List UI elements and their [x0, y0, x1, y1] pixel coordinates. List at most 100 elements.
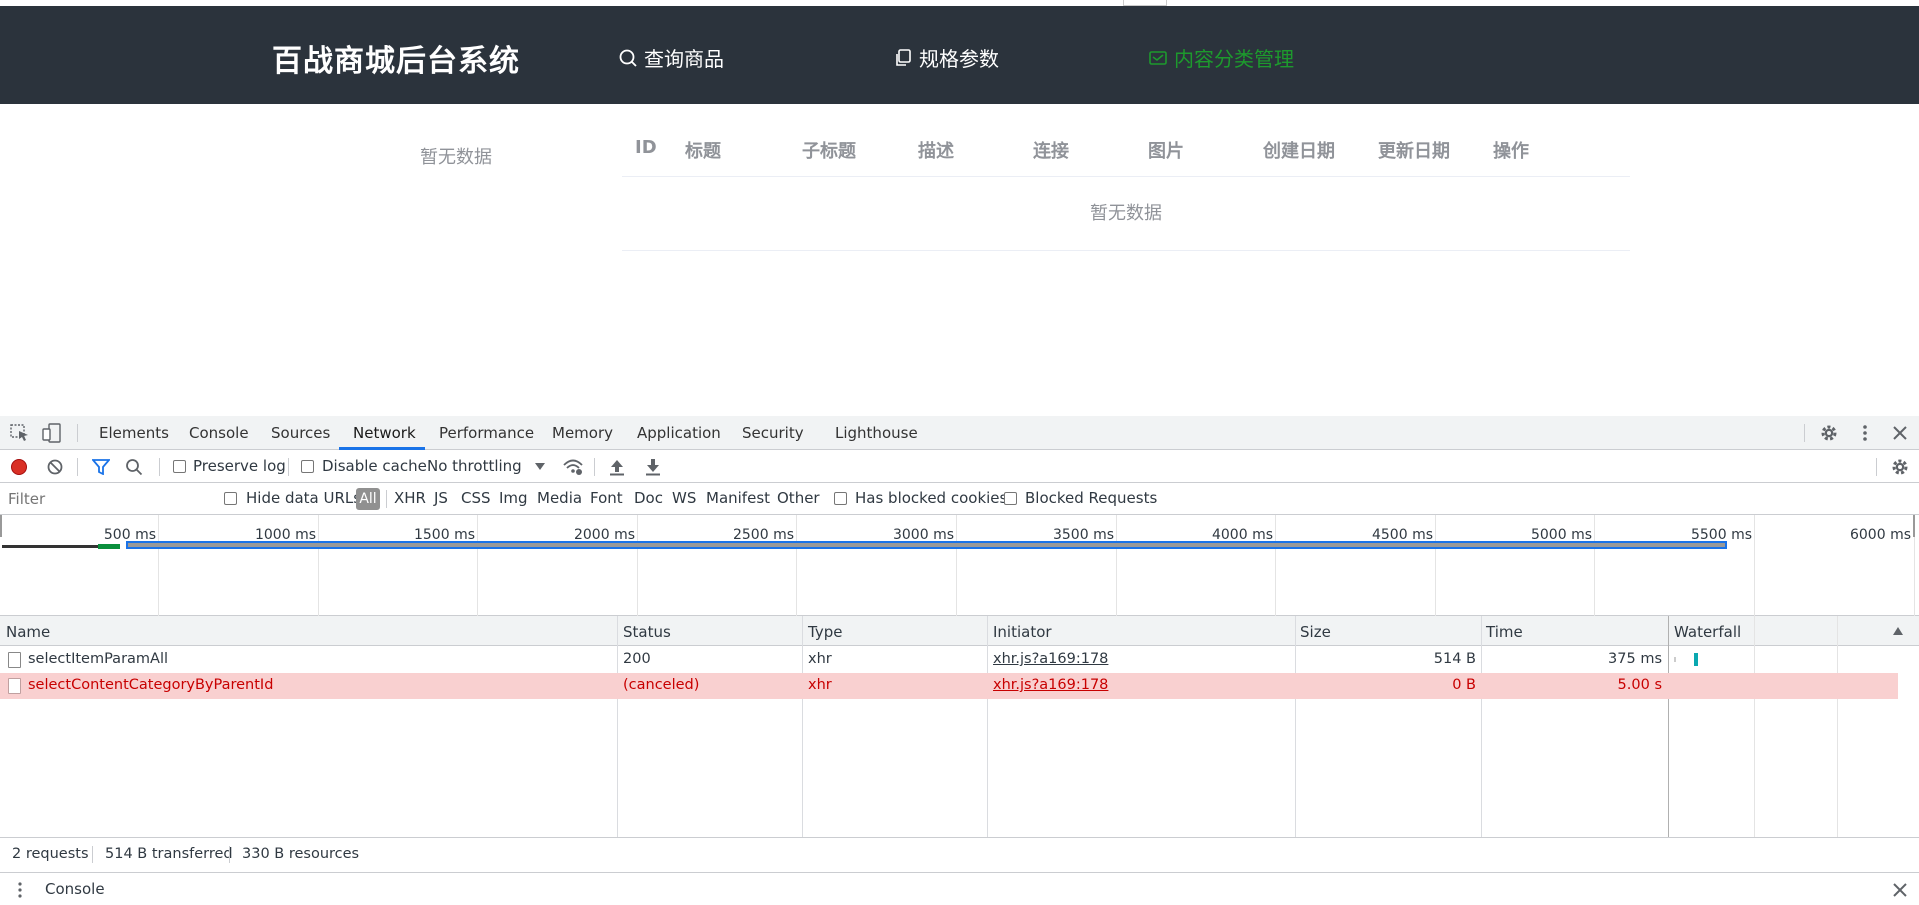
col-header-subtitle: 子标题: [802, 141, 856, 162]
export-har-icon[interactable]: [645, 458, 661, 476]
overview-handle-right[interactable]: [1913, 515, 1915, 537]
request-type: xhr: [808, 677, 832, 693]
type-filter-img[interactable]: Img: [499, 489, 528, 507]
network-conditions-icon[interactable]: [562, 457, 584, 477]
network-toolbar: Preserve log Disable cache No throttling: [0, 450, 1919, 483]
has-blocked-cookies-checkbox[interactable]: [834, 492, 847, 505]
separator: [77, 424, 78, 442]
overview-gridline: [1754, 515, 1755, 616]
col-header-desc: 描述: [918, 141, 954, 162]
type-filter-all[interactable]: All: [356, 488, 380, 510]
tab-lighthouse[interactable]: Lighthouse: [835, 424, 918, 442]
disable-cache-label: Disable cache: [322, 457, 427, 475]
blocked-requests-checkbox[interactable]: [1004, 492, 1017, 505]
request-size: 0 B: [1452, 677, 1476, 693]
record-icon[interactable]: [10, 458, 28, 476]
overview-gridline: [1116, 515, 1117, 616]
preserve-log-label: Preserve log: [193, 457, 286, 475]
close-icon[interactable]: [1891, 424, 1909, 442]
drawer-tab-console[interactable]: Console: [45, 880, 105, 898]
nav-item-query-goods[interactable]: 查询商品: [618, 43, 724, 72]
nav-item-label: 查询商品: [644, 47, 724, 71]
tab-network[interactable]: Network: [353, 424, 416, 442]
device-toolbar-icon[interactable]: [42, 423, 62, 443]
overview-gridline: [1275, 515, 1276, 616]
tab-elements[interactable]: Elements: [99, 424, 169, 442]
col-header-waterfall[interactable]: Waterfall: [1674, 623, 1741, 641]
overview-handle-left[interactable]: [0, 515, 2, 537]
separator: [229, 846, 230, 863]
col-header-initiator[interactable]: Initiator: [993, 623, 1052, 641]
request-size: 514 B: [1433, 651, 1476, 667]
drawer-menu-icon[interactable]: [11, 881, 29, 899]
network-settings-gear-icon[interactable]: [1890, 457, 1910, 477]
sort-up-icon[interactable]: [1893, 627, 1903, 635]
network-summary-bar: 2 requests 514 B transferred 330 B resou…: [0, 837, 1919, 870]
settings-gear-icon[interactable]: [1819, 423, 1839, 443]
type-filter-js[interactable]: JS: [434, 489, 448, 507]
request-status: (canceled): [623, 677, 700, 693]
table-row[interactable]: selectContentCategoryByParentId (cancele…: [0, 673, 1898, 699]
nav-item-content-category[interactable]: 内容分类管理: [1148, 43, 1294, 72]
summary-transferred: 514 B transferred: [105, 846, 233, 862]
tab-performance[interactable]: Performance: [439, 424, 534, 442]
request-initiator[interactable]: xhr.js?a169:178: [993, 651, 1108, 667]
col-header-status[interactable]: Status: [623, 623, 671, 641]
waterfall-queue: [1674, 657, 1676, 662]
overview-gridline: [956, 515, 957, 616]
col-header-image: 图片: [1148, 141, 1184, 162]
request-initiator[interactable]: xhr.js?a169:178: [993, 677, 1108, 693]
type-filter-other[interactable]: Other: [777, 489, 820, 507]
table-row[interactable]: selectItemParamAll 200 xhr xhr.js?a169:1…: [0, 647, 1898, 673]
type-filter-ws[interactable]: WS: [672, 489, 696, 507]
col-header-created: 创建日期: [1263, 141, 1335, 162]
col-header-type[interactable]: Type: [808, 623, 842, 641]
drawer-close-icon[interactable]: [1891, 881, 1909, 899]
tab-sources[interactable]: Sources: [271, 424, 330, 442]
type-filter-manifest[interactable]: Manifest: [706, 489, 770, 507]
col-header-size[interactable]: Size: [1300, 623, 1331, 641]
tab-memory[interactable]: Memory: [552, 424, 613, 442]
search-icon[interactable]: [125, 458, 143, 476]
separator: [1876, 458, 1877, 476]
overview-request-long: [126, 541, 1727, 549]
type-filter-media[interactable]: Media: [537, 489, 582, 507]
content-table: ID 标题 子标题 描述 连接 图片 创建日期 更新日期 操作 暂无数据: [622, 125, 1630, 251]
tab-application[interactable]: Application: [637, 424, 721, 442]
col-header-updated: 更新日期: [1378, 141, 1450, 162]
preserve-log-checkbox[interactable]: [173, 460, 186, 473]
filter-input[interactable]: [3, 488, 208, 510]
devtools-tab-bar: Elements Console Sources Network Perform…: [0, 416, 1919, 450]
separator: [288, 458, 289, 476]
message-icon: [1149, 50, 1167, 65]
type-filter-doc[interactable]: Doc: [634, 489, 663, 507]
col-header-id: ID: [635, 137, 657, 158]
requests-table-header: Name Status Type Initiator Size Time Wat…: [0, 616, 1919, 646]
type-filter-font[interactable]: Font: [590, 489, 623, 507]
clear-icon[interactable]: [46, 458, 64, 476]
tab-security[interactable]: Security: [742, 424, 804, 442]
network-filter-bar: Hide data URLs All XHR JS CSS Img Media …: [0, 483, 1919, 515]
disable-cache-checkbox[interactable]: [301, 460, 314, 473]
hide-data-urls-checkbox[interactable]: [224, 492, 237, 505]
separator: [159, 458, 160, 476]
request-time: 5.00 s: [1617, 677, 1662, 693]
nav-item-label: 规格参数: [919, 47, 999, 71]
request-name: selectContentCategoryByParentId: [28, 677, 274, 693]
col-header-name[interactable]: Name: [6, 623, 50, 641]
col-header-time[interactable]: Time: [1486, 623, 1523, 641]
inspect-element-icon[interactable]: [10, 424, 30, 442]
nav-item-spec-params[interactable]: 规格参数: [893, 43, 999, 72]
type-filter-xhr[interactable]: XHR: [394, 489, 426, 507]
overview-gridline: [796, 515, 797, 616]
tab-console[interactable]: Console: [189, 424, 249, 442]
brand-title: 百战商城后台系统: [272, 44, 520, 79]
import-har-icon[interactable]: [609, 458, 625, 476]
network-overview[interactable]: 500 ms 1000 ms 1500 ms 2000 ms 2500 ms 3…: [0, 515, 1919, 616]
more-options-icon[interactable]: [1855, 423, 1875, 443]
type-filter-css[interactable]: CSS: [461, 489, 491, 507]
throttling-select[interactable]: No throttling: [427, 454, 547, 478]
document-icon: [8, 652, 21, 668]
filter-icon[interactable]: [92, 459, 110, 475]
separator: [1804, 424, 1805, 442]
